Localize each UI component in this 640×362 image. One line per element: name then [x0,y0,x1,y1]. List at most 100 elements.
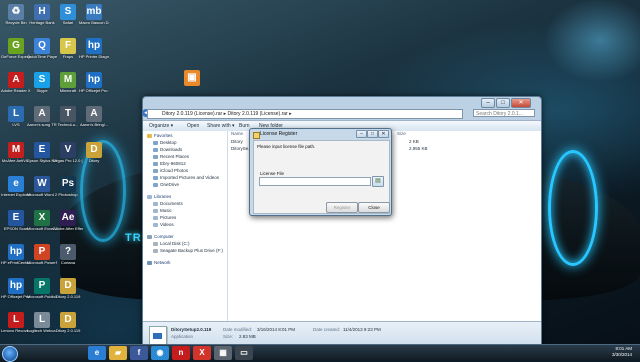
desktop-icon[interactable]: hpHP Officejet Pro 8600 F... [79,72,109,94]
close-dialog-button[interactable]: Close [358,202,390,213]
desktop-icon[interactable]: A Adobe Reader XI [1,72,31,94]
desktop-icon[interactable]: ? Cortana [54,244,82,266]
desktop-icon-label: Macro Bascon Del... [79,21,109,25]
nav-item[interactable]: Videos [153,222,174,228]
app-icon: L [8,106,24,122]
desktop-icon[interactable]: hp HP ePrintCente... [1,244,31,266]
desktop-icon[interactable]: hpHP Printer Diagnost... [79,38,109,60]
maximize-button[interactable]: □ [496,98,510,108]
nav-item[interactable]: Seagate Backup Plus Drive (F:) [153,248,223,254]
nav-item[interactable]: OneDrive [153,182,179,188]
nav-item[interactable]: Ebry-960812 [153,161,186,167]
taskbar-app-icon[interactable]: e [88,346,106,360]
column-header-name[interactable]: Name [231,131,243,137]
nav-item[interactable]: Computer [147,234,174,240]
desktop-icon[interactable]: A Aaron's Bringl... [80,106,108,128]
details-created: 11/4/2013 9:23 PM [343,327,381,332]
desktop-icon[interactable]: e Internet Explorer [1,176,31,198]
desktop-icon[interactable]: F Fraps [54,38,82,60]
desktop-icon[interactable]: WMicrosoft Word 2010 [27,176,57,198]
register-button[interactable]: Register [326,202,358,213]
taskbar-app-icon[interactable]: n [172,346,190,360]
organize-button[interactable]: Organize ▾ [149,122,173,130]
desktop-icon[interactable]: VVegas Pro 12.0 (64-bit) [53,142,83,164]
desktop-icon[interactable]: hpHP Officejet Pro 8600 [1,278,31,300]
app-icon: ? [60,244,76,260]
desktop-icon[interactable]: Ps Photoshop [54,176,82,198]
dialog-minimize-button[interactable]: – [356,130,367,138]
taskbar-app-icon[interactable]: f [130,346,148,360]
taskbar-app-icon[interactable]: X [193,346,211,360]
desktop-icon[interactable]: XMicrosoft Excel 2010 [27,210,57,232]
desktop-icon[interactable]: PMicrosoft Publish... [27,278,57,300]
browse-folder-icon[interactable]: ▤ [372,176,384,187]
taskbar-app-icon[interactable]: ▰ [109,346,127,360]
nav-item-label: Seagate Backup Plus Drive (F:) [160,248,224,253]
license-register-dialog[interactable]: License Register – □ ✕ Please input lice… [249,128,392,216]
open-button[interactable]: Open [187,122,199,130]
desktop-icon[interactable]: Q QuickTime Player [27,38,57,60]
dialog-maximize-button[interactable]: □ [367,130,378,138]
system-clock[interactable]: 8:01 AM 3/30/2014 [592,346,632,358]
app-icon: E [34,142,50,158]
nav-item[interactable]: Libraries [147,194,171,200]
license-file-input[interactable] [259,177,371,186]
nav-item[interactable]: Desktop [153,140,177,146]
desktop-icon[interactable]: D Ditory 2.0.119 [54,312,82,334]
close-button[interactable]: ✕ [511,98,531,108]
desktop-icon[interactable]: mbMacro Bascon Del... [79,4,109,26]
taskbar-app-icon[interactable]: ▦ [214,346,232,360]
nav-item-icon [153,208,158,213]
desktop-icon[interactable]: PMicrosoft PowerPoi... [27,244,57,266]
desktop-icon[interactable]: S Safari [54,4,82,26]
desktop-icon[interactable]: M McAfee AntiVi... [2,142,30,164]
desktop-icon[interactable]: E EPSON Scan [2,210,30,232]
nav-item[interactable]: Pictures [153,215,176,221]
desktop-icon[interactable]: D Ditory [80,142,108,164]
burn-button[interactable]: Burn [239,122,250,130]
desktop-icon[interactable]: GGeForce Experience [1,38,31,60]
share-with-button[interactable]: Share with ▾ [207,122,235,130]
file-row[interactable]: Ditory [231,139,243,145]
app-icon: D [60,278,76,294]
dialog-close-button[interactable]: ✕ [378,130,389,138]
desktop-icon[interactable]: T TechnoLu... [54,106,82,128]
column-header-size[interactable]: Size [397,131,406,137]
desktop-icon[interactable]: L LVS [2,106,30,128]
address-bar[interactable]: Ditory 2.0.119 (License).rar ▸ Ditory 2.… [147,109,463,119]
desktop-icon[interactable]: A Aaron's sung TR... [27,106,57,128]
desktop-icon[interactable]: L Lenovo Recove... [1,312,31,334]
app-icon: Q [34,38,50,54]
search-input[interactable]: Search Ditory 2.0.1... [473,109,535,117]
desktop-icon[interactable]: ♻ Recycle Bin [2,4,30,26]
minimize-button[interactable]: – [481,98,495,108]
nav-item[interactable]: Local Disk (C:) [153,241,190,247]
taskbar-app-icon[interactable]: ▭ [235,346,253,360]
explorer-titlebar[interactable]: – □ ✕ [143,97,541,109]
desktop-icon[interactable]: AeAdobe After Effects CC [53,210,83,232]
desktop-icon[interactable]: M Minecraft [54,72,82,94]
nav-item[interactable]: Documents [153,201,183,207]
nav-item[interactable]: Imported Pictures and Videos [153,175,219,181]
nav-item-icon [153,161,158,166]
nav-item[interactable]: Downloads [153,147,182,153]
nav-item[interactable]: Music [153,208,172,214]
desktop-icon[interactable]: D Ditory 2.0.119 [54,278,82,300]
nav-item[interactable]: Favorites [147,133,173,139]
desktop-icon[interactable]: S Skype [28,72,56,94]
app-icon: hp [8,244,24,260]
app-icon: W [34,176,50,192]
nav-item[interactable]: iCloud Photos [153,168,188,174]
nav-item[interactable]: Recent Places [153,154,189,160]
details-created-label: Date created: [313,327,341,332]
desktop-icon[interactable]: EEpson Stylus NX430 User... [27,142,57,164]
navigation-pane: Favorites Desktop Downloads Recent Places Eb… [143,131,228,321]
taskbar-app-icon[interactable]: ◉ [151,346,169,360]
nav-item-icon [153,168,158,173]
application-icon [149,326,167,346]
app-icon: A [86,106,102,122]
nav-item[interactable]: Network [147,260,171,266]
desktop-icon[interactable]: L Logitech Webca... [27,312,57,334]
desktop-folder-icon[interactable]: ▣ [178,70,206,87]
desktop-icon[interactable]: H Heritage Bank [28,4,56,26]
